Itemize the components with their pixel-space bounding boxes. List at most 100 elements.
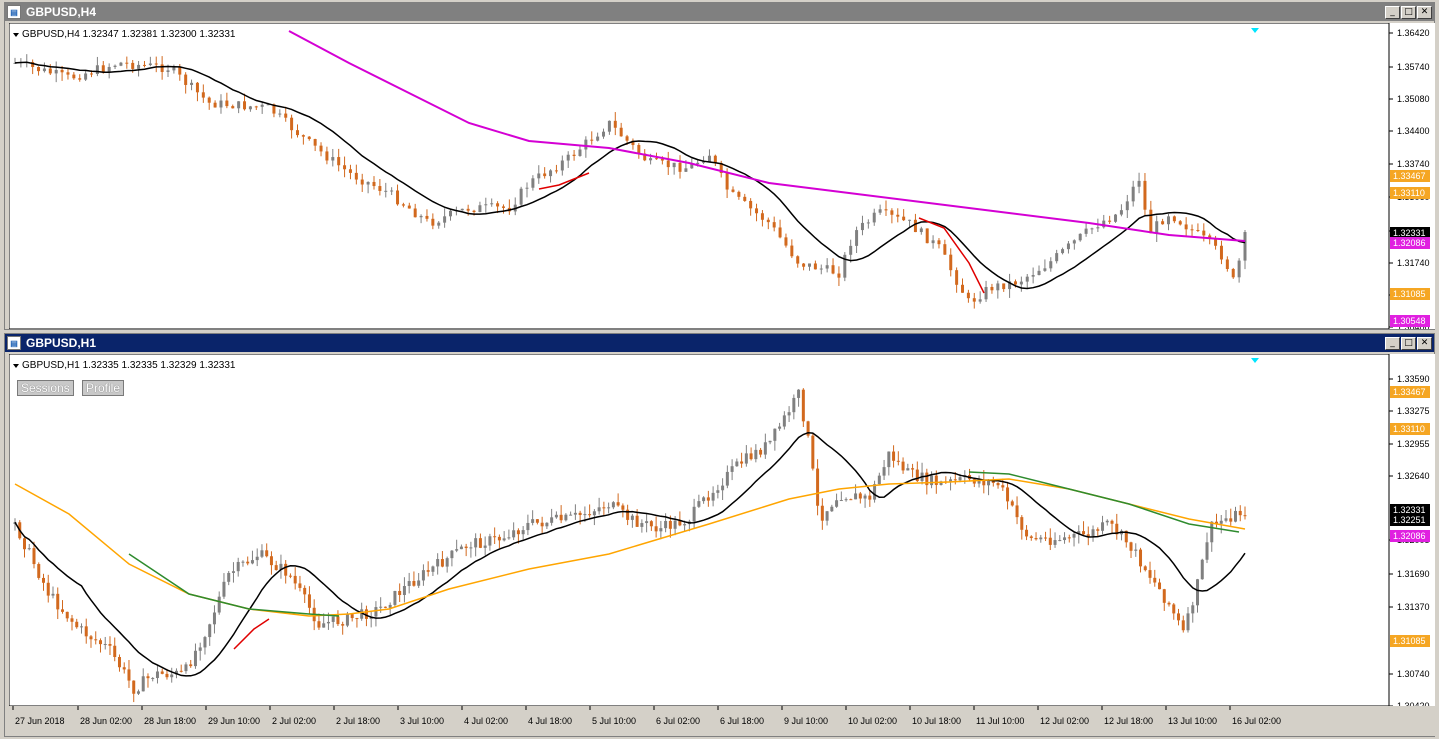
level-price-label: 1.32331 xyxy=(1393,228,1426,238)
title-bar-h1[interactable]: ▤ GBPUSD,H1 _ □ ✕ xyxy=(5,334,1434,352)
chart-window-h1[interactable]: ▤ GBPUSD,H1 _ □ ✕ 0.050.0100.01.335901.3… xyxy=(4,333,1435,737)
candle-body xyxy=(502,538,506,541)
candle-body xyxy=(877,475,881,485)
candle-body xyxy=(902,216,906,221)
candle-body xyxy=(640,523,644,527)
title-bar-h4[interactable]: ▤ GBPUSD,H4 _ □ ✕ xyxy=(5,3,1434,21)
minimize-button[interactable]: _ xyxy=(1385,336,1400,350)
time-tick-label: 2 Jul 02:00 xyxy=(272,716,316,726)
candle-body xyxy=(398,590,402,596)
window-title: GBPUSD,H1 xyxy=(26,336,97,350)
candle-body xyxy=(1010,501,1014,506)
candle-body xyxy=(290,117,294,131)
candle-body xyxy=(203,637,207,648)
candle-body xyxy=(1049,261,1053,269)
minimize-button[interactable]: _ xyxy=(1385,5,1400,19)
candle-body xyxy=(749,200,753,209)
candle-body xyxy=(1091,529,1095,537)
candle-body xyxy=(684,168,688,172)
candle-body xyxy=(955,270,959,285)
candle-body xyxy=(1214,238,1218,246)
candle-body xyxy=(431,218,435,226)
candle-body xyxy=(374,607,378,617)
candle-body xyxy=(136,691,140,694)
candle-body xyxy=(84,73,88,80)
time-tick-label: 10 Jul 18:00 xyxy=(912,716,961,726)
candle-body xyxy=(46,582,50,596)
profile-tag[interactable]: Profile xyxy=(82,380,125,396)
candle-body xyxy=(227,572,231,582)
candle-body xyxy=(872,212,876,223)
time-tick-label: 16 Jul 02:00 xyxy=(1232,716,1281,726)
candle-body xyxy=(621,505,625,510)
candle-body xyxy=(41,577,45,583)
candle-body xyxy=(654,158,658,160)
candle-body xyxy=(716,490,720,493)
candle-body xyxy=(1001,485,1005,488)
candle-body xyxy=(887,451,891,468)
candle-body xyxy=(189,664,193,667)
candle-body xyxy=(1096,529,1100,531)
time-tick-label: 11 Jul 10:00 xyxy=(976,716,1024,726)
candle-body xyxy=(569,514,573,516)
candle-body xyxy=(72,74,76,79)
candle-body xyxy=(590,139,594,141)
candle-body xyxy=(672,162,676,168)
ohlc-header: GBPUSD,H1 1.32335 1.32335 1.32329 1.3233… xyxy=(22,360,236,371)
candle-body xyxy=(519,188,523,205)
candle-body xyxy=(198,647,202,651)
price-chart-h4[interactable]: 1.364201.357401.350801.344001.337401.330… xyxy=(9,23,1435,329)
candle-body xyxy=(379,606,383,608)
candle-body xyxy=(1129,542,1133,551)
candle-body xyxy=(160,671,164,674)
candle-body xyxy=(42,68,46,72)
candle-body xyxy=(117,657,121,668)
candle-body xyxy=(1231,268,1235,278)
close-button[interactable]: ✕ xyxy=(1417,336,1432,350)
candle-body xyxy=(820,505,824,521)
time-axis: 27 Jun 2018 28 Jun 02:00 28 Jun 18:00 29 Ju… xyxy=(9,706,1435,736)
candle-body xyxy=(596,136,600,141)
candle-body xyxy=(649,158,653,161)
maximize-button[interactable]: □ xyxy=(1401,5,1416,19)
candle-body xyxy=(208,624,212,638)
candle-body xyxy=(90,73,94,75)
candle-body xyxy=(1155,221,1159,234)
candle-body xyxy=(127,669,131,681)
candle-body xyxy=(683,524,687,526)
candle-body xyxy=(630,515,634,520)
maximize-button[interactable]: □ xyxy=(1401,336,1416,350)
candle-body xyxy=(560,160,564,171)
candle-body xyxy=(721,485,725,491)
candle-body xyxy=(625,136,629,141)
candle-body xyxy=(243,101,247,110)
candle-body xyxy=(284,113,288,118)
candle-body xyxy=(412,581,416,586)
candle-body xyxy=(831,265,835,274)
chart-window-h4[interactable]: ▤ GBPUSD,H4 _ □ ✕ 1.36420 1.35740 1.35080 1… xyxy=(4,2,1435,330)
candle-body xyxy=(990,286,994,291)
candle-body xyxy=(445,558,449,567)
price-tick-label: 1.35080 xyxy=(1397,94,1430,104)
candle-body xyxy=(383,606,387,608)
close-button[interactable]: ✕ xyxy=(1417,5,1432,19)
price-tick-label: 1.32955 xyxy=(1397,439,1430,449)
candle-body xyxy=(212,612,216,625)
candle-body xyxy=(421,570,425,581)
candle-body xyxy=(1034,538,1038,540)
candle-body xyxy=(792,397,796,413)
candle-body xyxy=(325,151,329,161)
price-chart-h1[interactable]: 0.050.0100.01.335901.332751.329551.32640… xyxy=(9,354,1435,736)
sessions-tag[interactable]: Sessions xyxy=(17,380,74,396)
level-label: 1.31085 xyxy=(1390,288,1430,300)
level-label: 1.32086 xyxy=(1390,530,1430,542)
candle-body xyxy=(839,500,843,502)
candle-body xyxy=(419,215,423,218)
candle-body xyxy=(301,135,305,137)
candle-body xyxy=(583,514,587,516)
candle-body xyxy=(195,82,199,93)
candle-body xyxy=(787,412,791,416)
candle-body xyxy=(154,63,158,65)
candle-body xyxy=(760,213,764,220)
candle-body xyxy=(830,506,834,512)
